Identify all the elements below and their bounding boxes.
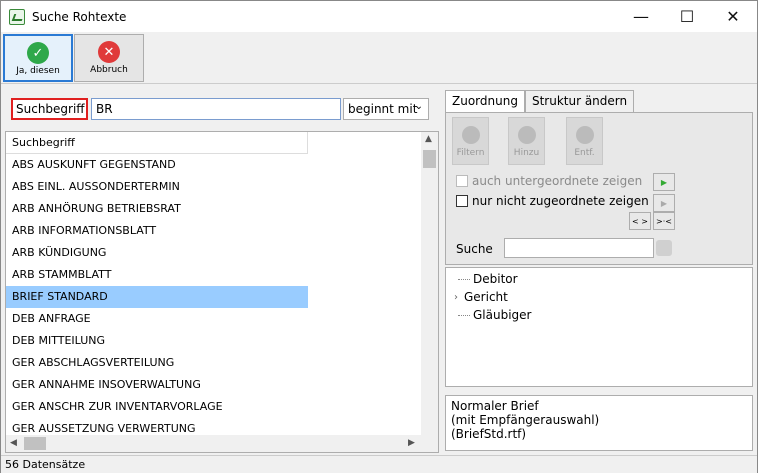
list-item[interactable]: DEB MITTEILUNG [6,330,308,352]
include-sub-label: auch untergeordnete zeigen [472,174,643,188]
window-title: Suche Rohtexte [32,10,127,24]
description-line: (BriefStd.rtf) [451,427,527,441]
list-item[interactable]: ARB KÜNDIGUNG [6,242,308,264]
expand-button[interactable]: < > [629,212,651,230]
app-icon [9,9,25,25]
description-line: (mit Empfängerauswahl) [451,413,600,427]
unassigned-only-checkbox[interactable]: nur nicht zugeordnete zeigen [456,193,649,209]
filter-label: Filtern [456,148,485,158]
hscroll-thumb[interactable] [24,437,46,450]
tab-zuordnung[interactable]: Zuordnung [445,90,525,113]
list-item[interactable]: DEB ANFRAGE [6,308,308,330]
description-box: Normaler Brief (mit Empfängerauswahl) (B… [445,395,753,451]
close-button[interactable]: ✕ [710,1,756,32]
status-bar: 56 Datensätze [1,455,757,473]
checkbox-box [456,195,468,207]
list-item[interactable]: GER ABSCHLAGSVERTEILUNG [6,352,308,374]
category-tree: Debitor › Gericht Gläubiger [445,267,753,387]
play-icon[interactable]: ▶ [653,194,675,212]
tree-node-debitor[interactable]: Debitor [458,272,518,286]
cancel-button[interactable]: ✕ Abbruch [74,34,144,82]
filter-button[interactable]: Filtern [452,117,489,165]
cancel-label: Abbruch [90,65,128,75]
list-item[interactable]: GER ANSCHR ZUR INVENTARVORLAGE [6,396,308,418]
scroll-left-icon[interactable]: ◀ [10,438,17,448]
assign-search-label: Suche [456,242,493,256]
include-sub-checkbox[interactable]: auch untergeordnete zeigen [456,173,642,189]
list-item[interactable]: ABS AUSKUNFT GEGENSTAND [6,154,308,176]
list-item[interactable]: ARB INFORMATIONSBLATT [6,220,308,242]
assignment-panel: Zuordnung Struktur ändern Filtern Hinzu … [443,87,755,455]
search-field-label: Suchbegriff [11,98,88,120]
search-row: Suchbegriff BR beginnt mit ⌄ [11,98,431,120]
record-count: 56 Datensätze [5,458,86,471]
search-input[interactable]: BR [91,98,341,120]
remove-icon [575,126,594,144]
dialog-window: Suche Rohtexte — ☐ ✕ ✓ Ja, diesen ✕ Abbr… [0,0,758,473]
toolbar: ✓ Ja, diesen ✕ Abbruch [1,32,757,84]
add-label: Hinzu [513,148,540,158]
remove-label: Entf. [574,148,595,158]
yes-label: Ja, diesen [16,66,60,76]
minimize-button[interactable]: — [618,1,664,32]
result-list: Suchbegriff ABS AUSKUNFT GEGENSTAND ABS E… [5,131,439,453]
scroll-right-icon[interactable]: ▶ [408,438,415,448]
column-header[interactable]: Suchbegriff [6,132,308,154]
chevron-down-icon: ⌄ [414,101,423,112]
list-item[interactable]: ABS EINL. AUSSONDERTERMIN [6,176,308,198]
yes-button[interactable]: ✓ Ja, diesen [3,34,73,82]
list-item[interactable]: ARB STAMMBLATT [6,264,308,286]
play-next-icon[interactable]: ▶ [653,173,675,191]
scroll-thumb[interactable] [423,150,436,168]
checkbox-box [456,175,468,187]
description-line: Normaler Brief [451,399,539,413]
list-item[interactable]: ARB ANHÖRUNG BETRIEBSRAT [6,198,308,220]
unassigned-only-label: nur nicht zugeordnete zeigen [472,194,649,208]
list-item[interactable]: BRIEF STANDARD [6,286,308,308]
vertical-scrollbar[interactable]: ▲ [421,132,438,436]
database-search-icon[interactable] [656,240,672,256]
tree-node-gericht[interactable]: › Gericht [454,290,508,304]
remove-button[interactable]: Entf. [566,117,603,165]
tree-node-glaeubiger[interactable]: Gläubiger [458,308,531,322]
add-button[interactable]: Hinzu [508,117,545,165]
assignment-pane: Filtern Hinzu Entf. auch untergeordnete … [445,112,753,265]
assign-search-input[interactable] [504,238,654,258]
search-mode-value: beginnt mit [348,102,418,116]
list-item[interactable]: GER ANNAHME INSOVERWALTUNG [6,374,308,396]
tab-struktur[interactable]: Struktur ändern [524,90,635,112]
search-mode-select[interactable]: beginnt mit ⌄ [343,98,429,120]
search-panel: Suchbegriff BR beginnt mit ⌄ Suchbegriff… [1,85,441,455]
tab-strip: Zuordnung Struktur ändern [445,90,635,113]
add-icon [517,126,536,144]
collapse-button[interactable]: >·< [653,212,675,230]
filter-icon [461,126,480,144]
title-bar: Suche Rohtexte — ☐ ✕ [1,1,757,32]
horizontal-scrollbar[interactable]: ◀ ▶ [6,435,438,452]
chevron-right-icon[interactable]: › [454,292,458,303]
cancel-icon: ✕ [98,41,120,63]
check-icon: ✓ [27,42,49,64]
scroll-up-icon[interactable]: ▲ [425,134,432,144]
maximize-button[interactable]: ☐ [664,1,710,32]
